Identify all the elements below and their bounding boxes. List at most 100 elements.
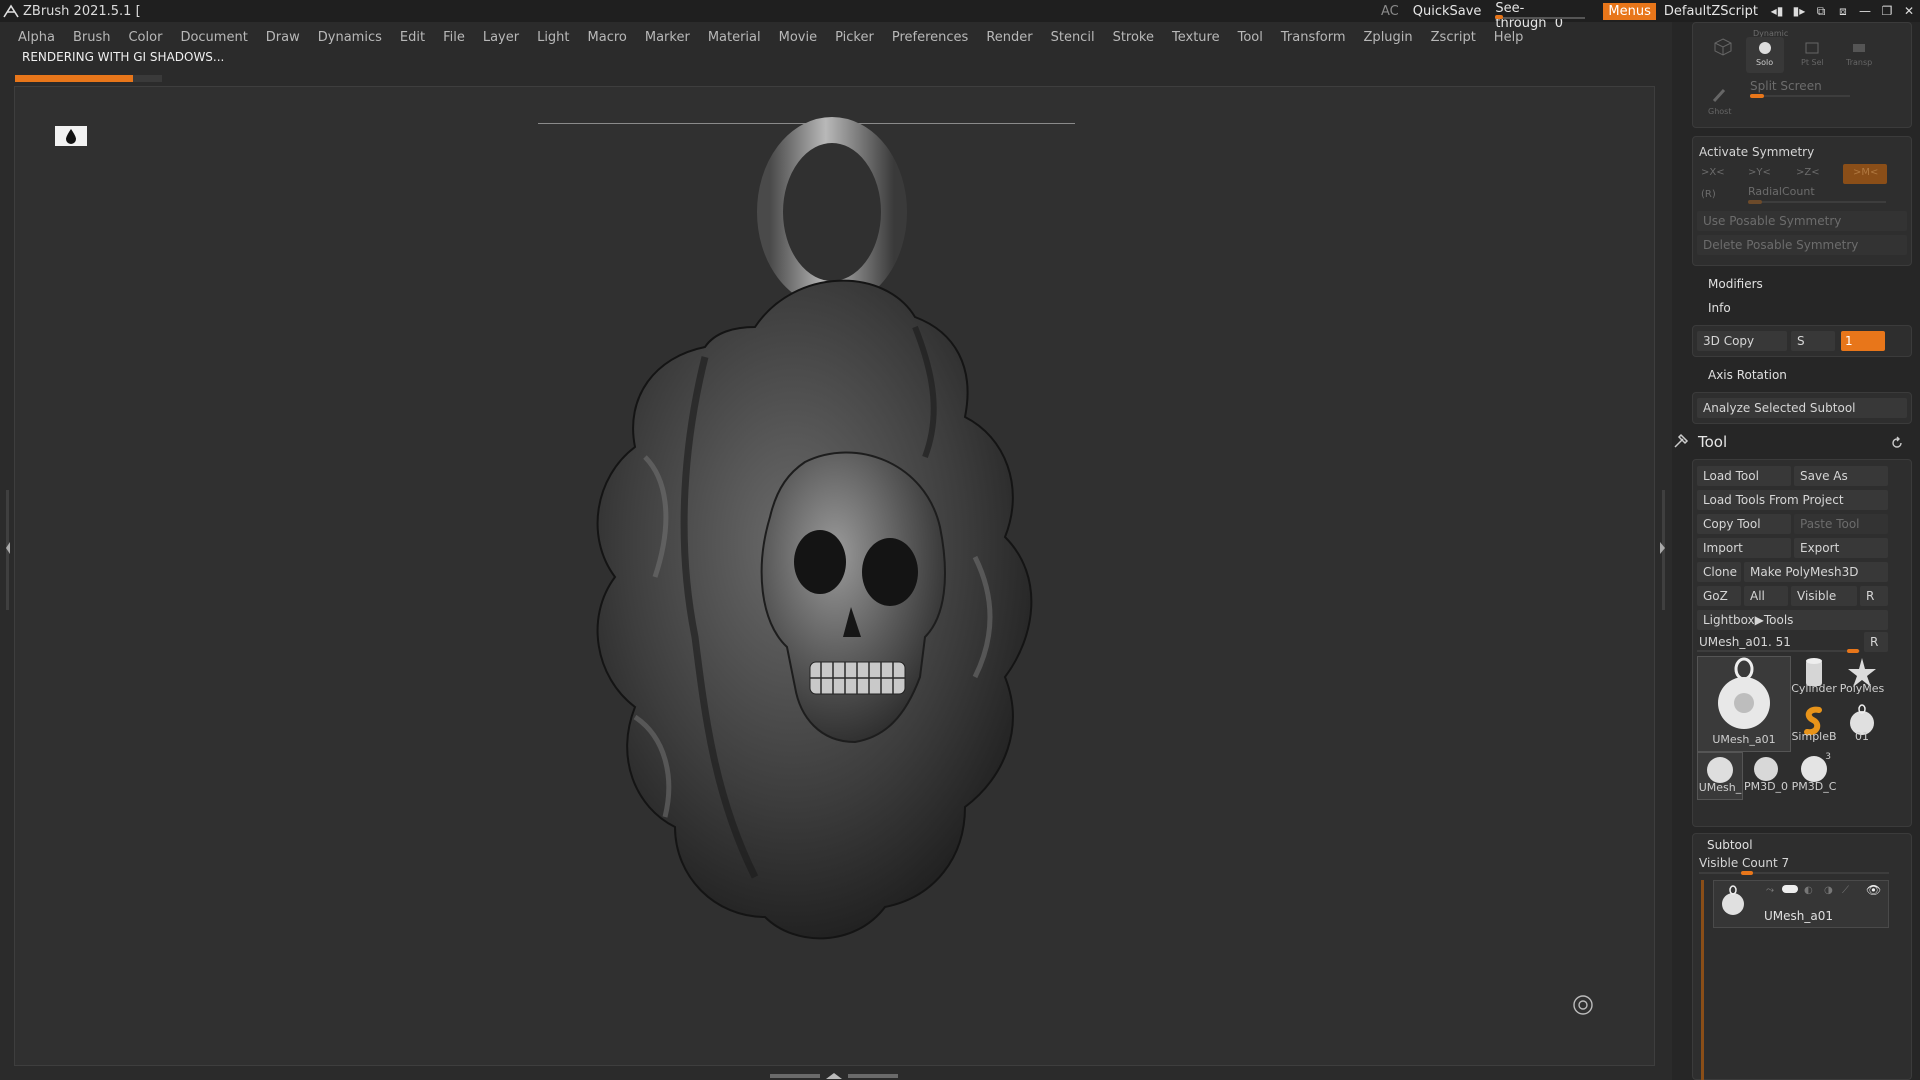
make-polymesh3d-button[interactable]: Make PolyMesh3D: [1744, 562, 1888, 582]
menu-color[interactable]: Color: [128, 30, 162, 45]
import-button[interactable]: Import: [1697, 538, 1791, 558]
analyze-subtool-button[interactable]: Analyze Selected Subtool: [1697, 398, 1907, 418]
radial-count-slider[interactable]: [1748, 200, 1886, 204]
split-screen-handle[interactable]: [1750, 94, 1764, 98]
subtool-scrollbar[interactable]: [1701, 880, 1704, 1080]
tool-thumb-polymesh[interactable]: PolyMes: [1839, 656, 1885, 702]
activate-symmetry-button[interactable]: Activate Symmetry: [1699, 145, 1814, 159]
copy3d-s-button[interactable]: S: [1791, 331, 1835, 351]
ac-button[interactable]: AC: [1381, 4, 1399, 19]
quicksave-button[interactable]: QuickSave: [1413, 4, 1482, 19]
subtool-item[interactable]: ⤳ ◐ ◑ ⟋ 👁 UMesh_a01: [1713, 880, 1889, 928]
menu-macro[interactable]: Macro: [588, 30, 627, 45]
current-tool-r-button[interactable]: R: [1864, 632, 1888, 652]
menu-help[interactable]: Help: [1494, 30, 1524, 45]
export-button[interactable]: Export: [1794, 538, 1888, 558]
save-as-button[interactable]: Save As: [1794, 466, 1888, 486]
subtool-polyframe-toggle[interactable]: [1782, 885, 1798, 893]
menu-draw[interactable]: Draw: [266, 30, 300, 45]
lightbox-tools-button[interactable]: Lightbox▶Tools: [1697, 610, 1888, 630]
tool-thumb-pm3d-2[interactable]: 3 PM3D_C: [1791, 752, 1837, 798]
axis-rotation-section[interactable]: Axis Rotation: [1708, 368, 1787, 382]
default-zscript-button[interactable]: DefaultZScript: [1664, 4, 1758, 19]
seethrough-slider[interactable]: See-through 0: [1495, 0, 1586, 31]
menu-document[interactable]: Document: [180, 30, 247, 45]
bottom-tray-handle[interactable]: [770, 1071, 900, 1080]
goz-r-button[interactable]: R: [1860, 586, 1888, 606]
tool-palette-title[interactable]: Tool: [1698, 433, 1727, 451]
menu-marker[interactable]: Marker: [645, 30, 690, 45]
subtool-brush-icon[interactable]: ⤳: [1766, 885, 1774, 896]
ghost-button[interactable]: Ghost: [1699, 83, 1737, 123]
right-tray-handle[interactable]: [1659, 490, 1667, 610]
layout-swap-icon[interactable]: ⧉: [1810, 0, 1832, 22]
menu-stroke[interactable]: Stroke: [1113, 30, 1154, 45]
subtool-eye-icon[interactable]: 👁: [1866, 883, 1881, 897]
menu-layer[interactable]: Layer: [483, 30, 519, 45]
menu-movie[interactable]: Movie: [779, 30, 817, 45]
modifiers-section[interactable]: Modifiers: [1708, 277, 1763, 291]
ptsel-button[interactable]: Pt Sel: [1793, 37, 1831, 73]
transp-button[interactable]: Transp: [1840, 37, 1878, 73]
skull-pendant-model[interactable]: [555, 117, 1095, 1037]
load-tools-from-project-button[interactable]: Load Tools From Project: [1697, 490, 1888, 510]
layout-floating-icon[interactable]: ⧈: [1832, 0, 1854, 22]
subtool-blend-icon[interactable]: ◐: [1804, 885, 1813, 896]
sym-m-button[interactable]: >M<: [1843, 164, 1887, 184]
menu-texture[interactable]: Texture: [1172, 30, 1220, 45]
tool-thumb-pm3d-1[interactable]: PM3D_0: [1743, 752, 1789, 798]
radial-r-button[interactable]: (R): [1701, 189, 1716, 200]
visible-count-handle[interactable]: [1741, 871, 1753, 875]
solo-button[interactable]: Solo: [1746, 37, 1784, 73]
subtool-lock-icon[interactable]: ⟋: [1842, 885, 1849, 896]
menus-toggle-button[interactable]: Menus: [1603, 2, 1656, 20]
menu-zscript[interactable]: Zscript: [1431, 30, 1476, 45]
paste-tool-button[interactable]: Paste Tool: [1794, 514, 1888, 534]
document-canvas[interactable]: [14, 86, 1655, 1066]
current-tool-slider[interactable]: UMesh_a01. 51: [1697, 632, 1860, 653]
menu-preferences[interactable]: Preferences: [892, 30, 968, 45]
minimize-icon[interactable]: —: [1854, 0, 1876, 22]
menu-stencil[interactable]: Stencil: [1051, 30, 1095, 45]
sym-x-button[interactable]: >X<: [1701, 167, 1725, 178]
subtool-dynamic-icon[interactable]: ◑: [1824, 885, 1833, 896]
tool-thumb-umesh-small[interactable]: UMesh_: [1697, 752, 1743, 800]
copy3d-button[interactable]: 3D Copy: [1697, 331, 1787, 351]
menu-transform[interactable]: Transform: [1281, 30, 1346, 45]
gyro-center-icon[interactable]: [1572, 994, 1594, 1016]
load-tool-button[interactable]: Load Tool: [1697, 466, 1791, 486]
tool-thumb-pendant-small[interactable]: 01: [1839, 704, 1885, 750]
close-icon[interactable]: ✕: [1898, 0, 1920, 22]
menu-zplugin[interactable]: Zplugin: [1364, 30, 1413, 45]
use-posable-symmetry-button[interactable]: Use Posable Symmetry: [1697, 211, 1907, 231]
tool-thumb-umesh-main[interactable]: UMesh_a01: [1697, 656, 1791, 752]
radial-count-handle[interactable]: [1748, 200, 1762, 204]
goz-all-button[interactable]: All: [1744, 586, 1788, 606]
paint-drop-icon[interactable]: [55, 126, 87, 146]
menu-brush[interactable]: Brush: [73, 30, 111, 45]
menu-tool[interactable]: Tool: [1238, 30, 1263, 45]
refresh-icon[interactable]: [1890, 436, 1904, 450]
restore-icon[interactable]: ❐: [1876, 0, 1898, 22]
visible-count-slider[interactable]: [1699, 871, 1889, 875]
goz-button[interactable]: GoZ: [1697, 586, 1741, 606]
current-tool-handle[interactable]: [1847, 649, 1859, 653]
tool-thumb-cylinder[interactable]: Cylinder: [1791, 656, 1837, 702]
copy3d-count-field[interactable]: 1: [1841, 331, 1885, 351]
sym-y-button[interactable]: >Y<: [1748, 167, 1771, 178]
left-tray-handle[interactable]: [5, 490, 11, 610]
goz-visible-button[interactable]: Visible: [1791, 586, 1857, 606]
cube-icon[interactable]: [1713, 37, 1733, 57]
menu-edit[interactable]: Edit: [400, 30, 425, 45]
copy-tool-button[interactable]: Copy Tool: [1697, 514, 1791, 534]
info-section[interactable]: Info: [1708, 301, 1731, 315]
tool-thumb-simplebrush[interactable]: SimpleB: [1791, 704, 1837, 750]
delete-posable-symmetry-button[interactable]: Delete Posable Symmetry: [1697, 235, 1907, 255]
sym-z-button[interactable]: >Z<: [1796, 167, 1820, 178]
menu-alpha[interactable]: Alpha: [18, 30, 55, 45]
clone-button[interactable]: Clone: [1697, 562, 1741, 582]
menu-render[interactable]: Render: [986, 30, 1032, 45]
menu-picker[interactable]: Picker: [835, 30, 874, 45]
split-screen-slider[interactable]: [1750, 94, 1850, 98]
subtool-title[interactable]: Subtool: [1707, 838, 1753, 852]
